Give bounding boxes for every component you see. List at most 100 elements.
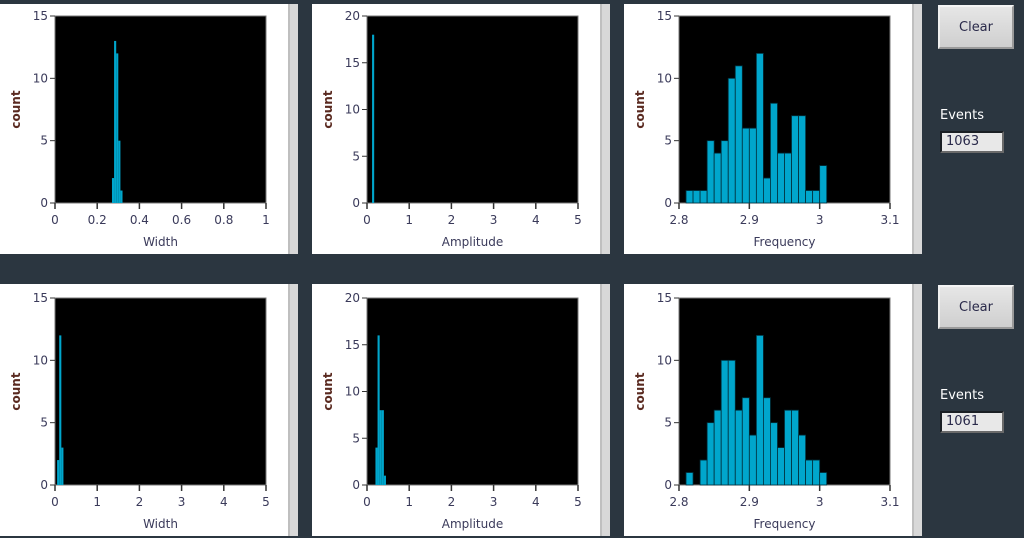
x-tick-label: 0.6 [172,213,191,227]
histogram-frequency-2: 0 5 10 15 2.8 2.9 3 3.1 Frequency count [624,284,922,536]
y-tick-label: 0 [40,478,48,492]
histogram-bar [706,422,715,486]
y-tick-label: 0 [352,196,360,210]
histogram-bar [375,447,378,485]
histogram-width-2: 0 5 10 15 0 1 2 3 4 5 Width count [0,284,298,536]
histogram-bar [805,459,814,486]
histogram-bar [720,140,729,204]
x-tick-label: 2 [136,495,144,509]
histogram-bar [819,165,828,204]
x-tick-label: 4 [532,495,540,509]
histogram-amplitude-2: 0 5 10 15 20 0 1 2 3 4 5 Amplitude count [312,284,610,536]
histogram-bar [383,475,386,485]
y-tick-label: 5 [664,416,672,430]
x-tick-label: 0 [51,495,59,509]
plot-area [366,297,579,486]
histogram-bar [377,335,380,485]
x-tick-label: 1 [93,495,101,509]
histogram-bar [805,190,814,204]
chart-svg: 0 5 10 15 2.8 2.9 3 3.1 Frequency count [633,9,900,249]
x-tick-label: 0.4 [130,213,149,227]
x-tick-label: 2.8 [669,495,688,509]
histogram-bar [379,410,382,485]
y-tick-label: 10 [345,103,360,117]
x-tick-label: 0 [363,213,371,227]
events-count-2: 1061 [940,411,1004,433]
histogram-bar [741,397,750,486]
histogram-bar [784,409,792,486]
histogram-bar [114,40,117,203]
x-tick-label: 3 [490,213,498,227]
x-tick-label: 3.1 [880,495,899,509]
y-tick-label: 0 [664,196,672,210]
y-tick-label: 5 [40,134,48,148]
histogram-bar [713,409,722,486]
clear-label: Clear [959,299,993,315]
histogram-bar [720,359,729,486]
x-tick-label: 2.9 [740,213,759,227]
x-axis-label: Amplitude [442,517,504,531]
y-tick-label: 15 [657,291,672,305]
y-tick-label: 10 [657,353,672,367]
x-axis-label: Frequency [754,235,816,249]
chart-svg: 0 5 10 15 20 0 1 2 3 4 5 Amplitude count [321,291,582,531]
x-tick-label: 0 [51,213,59,227]
y-tick-label: 15 [345,338,360,352]
clear-button-2[interactable]: Clear [938,285,1014,329]
x-tick-label: 0 [363,495,371,509]
x-tick-label: 3 [816,495,824,509]
chart-svg: 0 5 10 15 0 1 2 3 4 5 Width count [9,291,270,531]
y-tick-label: 0 [352,478,360,492]
x-axis-label: Width [143,517,178,531]
y-axis-label: count [321,372,335,410]
x-tick-label: 5 [574,213,582,227]
y-axis-label: count [9,90,23,128]
clear-label: Clear [959,19,993,35]
histogram-bar [819,472,828,486]
y-axis-label: count [9,372,23,410]
x-tick-label: 5 [262,495,270,509]
y-tick-label: 15 [33,291,48,305]
histogram-bar [381,410,384,485]
x-tick-label: 3 [816,213,824,227]
histogram-bar [741,127,750,204]
histogram-bar [111,178,115,203]
histogram-bar [762,397,771,486]
histogram-bar [685,190,694,204]
histogram-bar [812,190,821,204]
histogram-bar [699,190,708,204]
histogram-bar [777,447,785,486]
chart-svg: 0 5 10 15 2.8 2.9 3 3.1 Frequency count [633,291,900,531]
histogram-bar [755,53,764,204]
chart-svg: 0 5 10 15 20 0 1 2 3 4 5 Amplitude count [321,9,582,249]
y-tick-label: 15 [345,56,360,70]
histogram-bar [713,152,722,204]
histogram-bar [777,152,785,204]
y-tick-label: 5 [664,134,672,148]
histogram-bar [727,77,736,204]
y-tick-label: 10 [33,353,48,367]
y-tick-label: 15 [33,9,48,23]
y-tick-label: 20 [345,291,360,305]
x-tick-label: 4 [220,495,228,509]
histogram-bar [812,459,821,486]
histogram-width-1: 0 5 10 15 0 0.2 0.4 0.6 0.8 1 Width count [0,4,298,254]
plot-area [54,297,267,486]
histogram-bar [692,190,701,204]
histogram-bar [120,190,123,203]
y-tick-label: 15 [657,9,672,23]
histogram-bar [791,409,799,486]
histogram-bar [685,472,694,486]
events-label-1: Events [940,108,985,123]
plot-area [366,15,579,204]
histogram-bar [798,434,806,486]
y-axis-label: count [633,372,647,410]
histogram-amplitude-1: 0 5 10 15 20 0 1 2 3 4 5 Amplitude count [312,4,610,254]
x-tick-label: 1 [405,213,413,227]
y-tick-label: 5 [352,431,360,445]
chart-svg: 0 5 10 15 0 0.2 0.4 0.6 0.8 1 Width count [9,9,270,249]
clear-button-1[interactable]: Clear [938,5,1014,49]
events-label-2: Events [940,388,985,403]
x-tick-label: 3 [490,495,498,509]
histogram-bar [61,447,64,485]
